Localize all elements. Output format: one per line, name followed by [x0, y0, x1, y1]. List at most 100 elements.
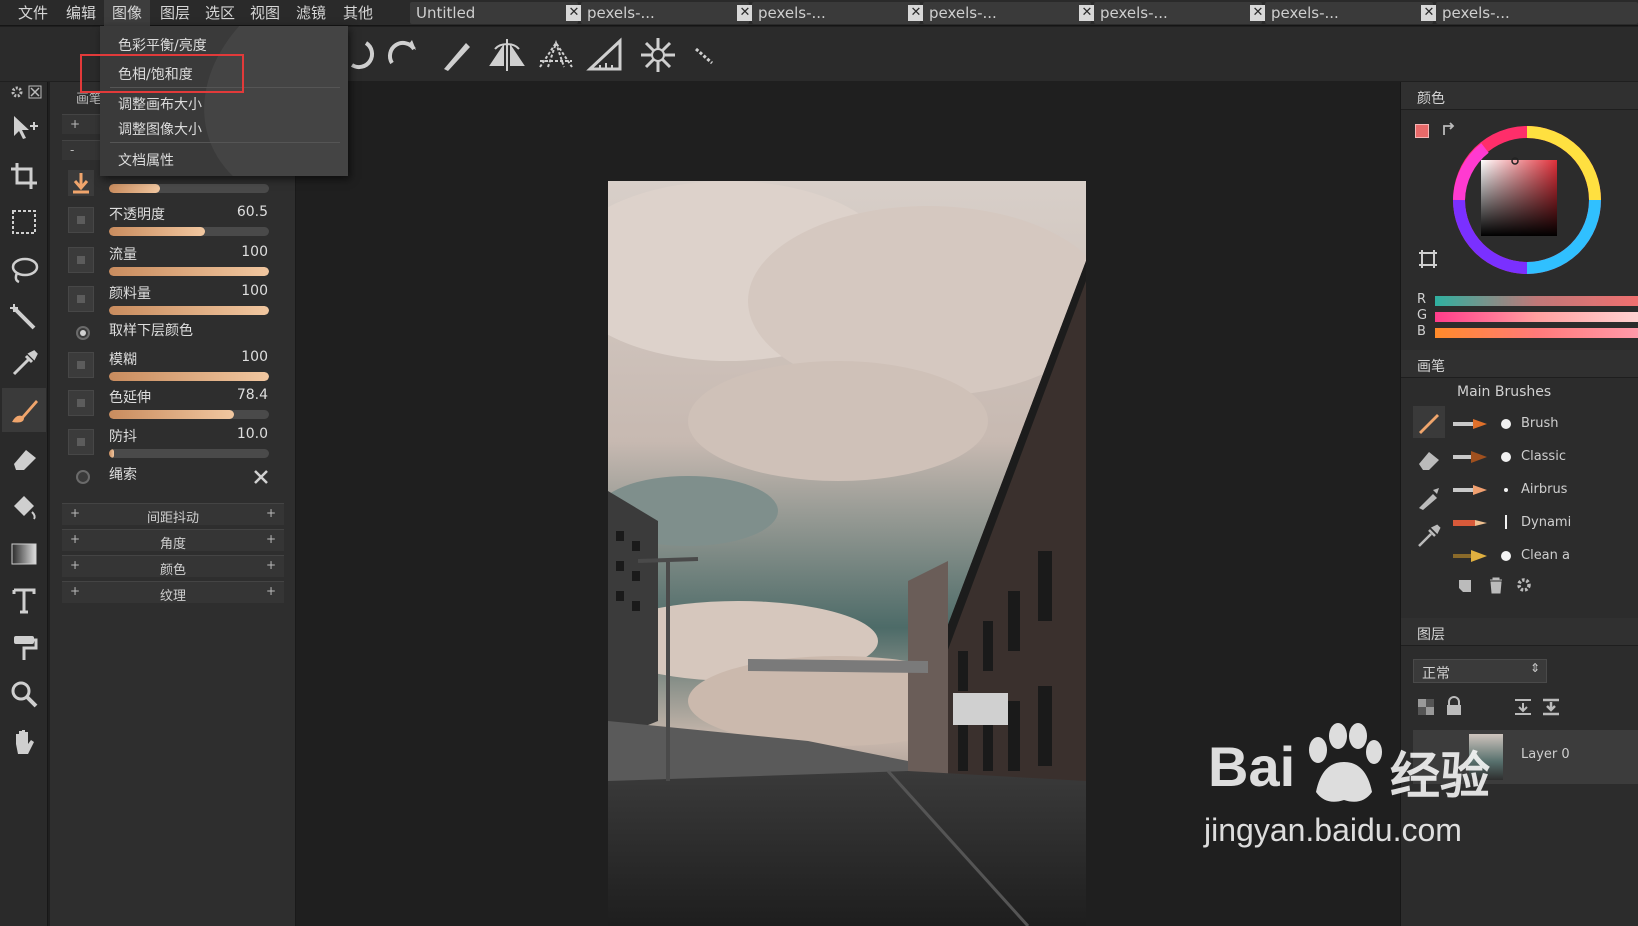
- crop-grid-icon[interactable]: [1417, 248, 1439, 270]
- tab-document[interactable]: pexels-...: [1436, 2, 1638, 24]
- down-arrow-icon[interactable]: [68, 170, 94, 196]
- menu-document-properties[interactable]: 文档属性: [118, 150, 174, 170]
- flow-checkbox[interactable]: [68, 247, 94, 273]
- brush-tool-active[interactable]: [2, 388, 46, 432]
- blur-checkbox[interactable]: [68, 352, 94, 378]
- tab-document[interactable]: pexels-... ✕: [923, 2, 1095, 24]
- menu-file[interactable]: 文件: [10, 0, 56, 26]
- close-icon[interactable]: [28, 85, 42, 99]
- close-icon[interactable]: ✕: [908, 5, 924, 21]
- brush-category-active[interactable]: [1413, 406, 1445, 438]
- close-icon[interactable]: ✕: [566, 5, 582, 21]
- paint-amount-slider[interactable]: [109, 306, 269, 315]
- stabilizer-slider[interactable]: [109, 449, 269, 458]
- close-icon[interactable]: ✕: [1250, 5, 1266, 21]
- brush-item[interactable]: Dynami: [1453, 509, 1638, 539]
- gear-icon[interactable]: [10, 85, 24, 99]
- canvas-image[interactable]: [608, 181, 1086, 926]
- tab-untitled[interactable]: Untitled ✕: [410, 2, 582, 24]
- brush-size-dot: [1505, 515, 1507, 529]
- eyedropper-icon[interactable]: [8, 348, 40, 380]
- primary-color-swatch[interactable]: [1415, 124, 1429, 138]
- sample-layer-row[interactable]: 取样下层颜色: [62, 320, 284, 348]
- b-slider[interactable]: [1435, 328, 1638, 338]
- merge-down-icon[interactable]: [1513, 698, 1533, 716]
- zoom-icon[interactable]: [8, 678, 40, 710]
- lasso-radio[interactable]: [76, 470, 90, 484]
- section-texture[interactable]: + 纹理 +: [62, 581, 284, 604]
- ruler-icon[interactable]: [586, 35, 626, 75]
- section-angle[interactable]: + 角度 +: [62, 529, 284, 552]
- menu-layer[interactable]: 图层: [152, 0, 198, 26]
- lasso-icon[interactable]: [8, 254, 40, 286]
- layer-row[interactable]: Layer 0: [1413, 730, 1638, 784]
- menu-image[interactable]: 图像: [104, 0, 151, 26]
- opacity-checkbox[interactable]: [68, 207, 94, 233]
- section-color[interactable]: + 颜色 +: [62, 555, 284, 578]
- sample-radio[interactable]: [76, 326, 90, 340]
- smudge-category-icon[interactable]: [1415, 484, 1443, 512]
- move-tool-icon[interactable]: [8, 112, 40, 144]
- color-extend-checkbox[interactable]: [68, 390, 94, 416]
- paint-roller-icon[interactable]: [8, 632, 40, 664]
- flow-slider[interactable]: [109, 267, 269, 276]
- tab-document[interactable]: pexels-... ✕: [1094, 2, 1266, 24]
- color-wheel[interactable]: [1445, 122, 1638, 282]
- text-tool-icon[interactable]: [8, 584, 40, 616]
- g-slider[interactable]: [1435, 312, 1638, 322]
- menu-resize-image[interactable]: 调整图像大小: [118, 119, 202, 139]
- opacity-slider[interactable]: [109, 227, 269, 236]
- menu-edit[interactable]: 编辑: [58, 0, 104, 26]
- close-icon[interactable]: ✕: [1079, 5, 1095, 21]
- menu-select[interactable]: 选区: [197, 0, 243, 26]
- tab-document[interactable]: pexels-... ✕: [752, 2, 924, 24]
- lasso-row[interactable]: 绳索: [62, 464, 284, 492]
- size-slider[interactable]: [109, 184, 269, 193]
- new-brush-icon[interactable]: [1457, 576, 1475, 594]
- gradient-icon[interactable]: [8, 538, 40, 570]
- section-spacing-jitter[interactable]: + 间距抖动 +: [62, 503, 284, 526]
- brush-item[interactable]: Classic: [1453, 443, 1638, 473]
- eraser-icon[interactable]: [8, 442, 40, 474]
- rect-select-icon[interactable]: [8, 206, 40, 238]
- magic-wand-icon[interactable]: [8, 300, 40, 332]
- brush-item[interactable]: Clean a: [1453, 542, 1638, 572]
- hand-icon[interactable]: [8, 726, 40, 758]
- menu-other[interactable]: 其他: [335, 0, 381, 26]
- brush-item[interactable]: Airbrus: [1453, 476, 1638, 506]
- wrench-icon[interactable]: [252, 468, 270, 486]
- menu-color-balance[interactable]: 色彩平衡/亮度: [118, 35, 207, 55]
- blend-mode-select[interactable]: 正常 ⇕: [1413, 659, 1547, 683]
- brush-item[interactable]: Brush: [1453, 410, 1638, 440]
- perspective-icon[interactable]: [536, 35, 576, 75]
- symmetry-icon[interactable]: [487, 35, 527, 75]
- guide-line-icon[interactable]: [684, 35, 724, 75]
- lock-icon[interactable]: [1445, 696, 1463, 716]
- menu-view[interactable]: 视图: [242, 0, 288, 26]
- close-icon[interactable]: ✕: [1421, 5, 1437, 21]
- slider-fill: [109, 267, 269, 276]
- flatten-icon[interactable]: [1541, 698, 1561, 716]
- fill-bucket-icon[interactable]: [8, 490, 40, 522]
- color-extend-slider[interactable]: [109, 410, 269, 419]
- gear-icon[interactable]: [1515, 576, 1533, 594]
- menu-resize-canvas[interactable]: 调整画布大小: [118, 94, 202, 114]
- canvas-area[interactable]: [298, 82, 1398, 926]
- brush-size-dot: [1504, 488, 1508, 492]
- r-slider[interactable]: [1435, 296, 1638, 306]
- tab-document[interactable]: pexels-... ✕: [581, 2, 753, 24]
- dropper-category-icon[interactable]: [1415, 522, 1443, 550]
- brush-stroke-icon[interactable]: [436, 35, 476, 75]
- menu-filter[interactable]: 滤镜: [288, 0, 334, 26]
- paint-amount-checkbox[interactable]: [68, 286, 94, 312]
- mandala-icon[interactable]: [638, 35, 678, 75]
- crop-tool-icon[interactable]: [8, 160, 40, 192]
- blur-slider[interactable]: [109, 372, 269, 381]
- redo-icon[interactable]: [382, 35, 422, 75]
- stabilizer-checkbox[interactable]: [68, 429, 94, 455]
- tab-document[interactable]: pexels-... ✕: [1265, 2, 1437, 24]
- close-icon[interactable]: ✕: [737, 5, 753, 21]
- trash-icon[interactable]: [1487, 576, 1505, 594]
- eraser-category-icon[interactable]: [1415, 446, 1443, 474]
- transparency-lock-icon[interactable]: [1417, 698, 1435, 716]
